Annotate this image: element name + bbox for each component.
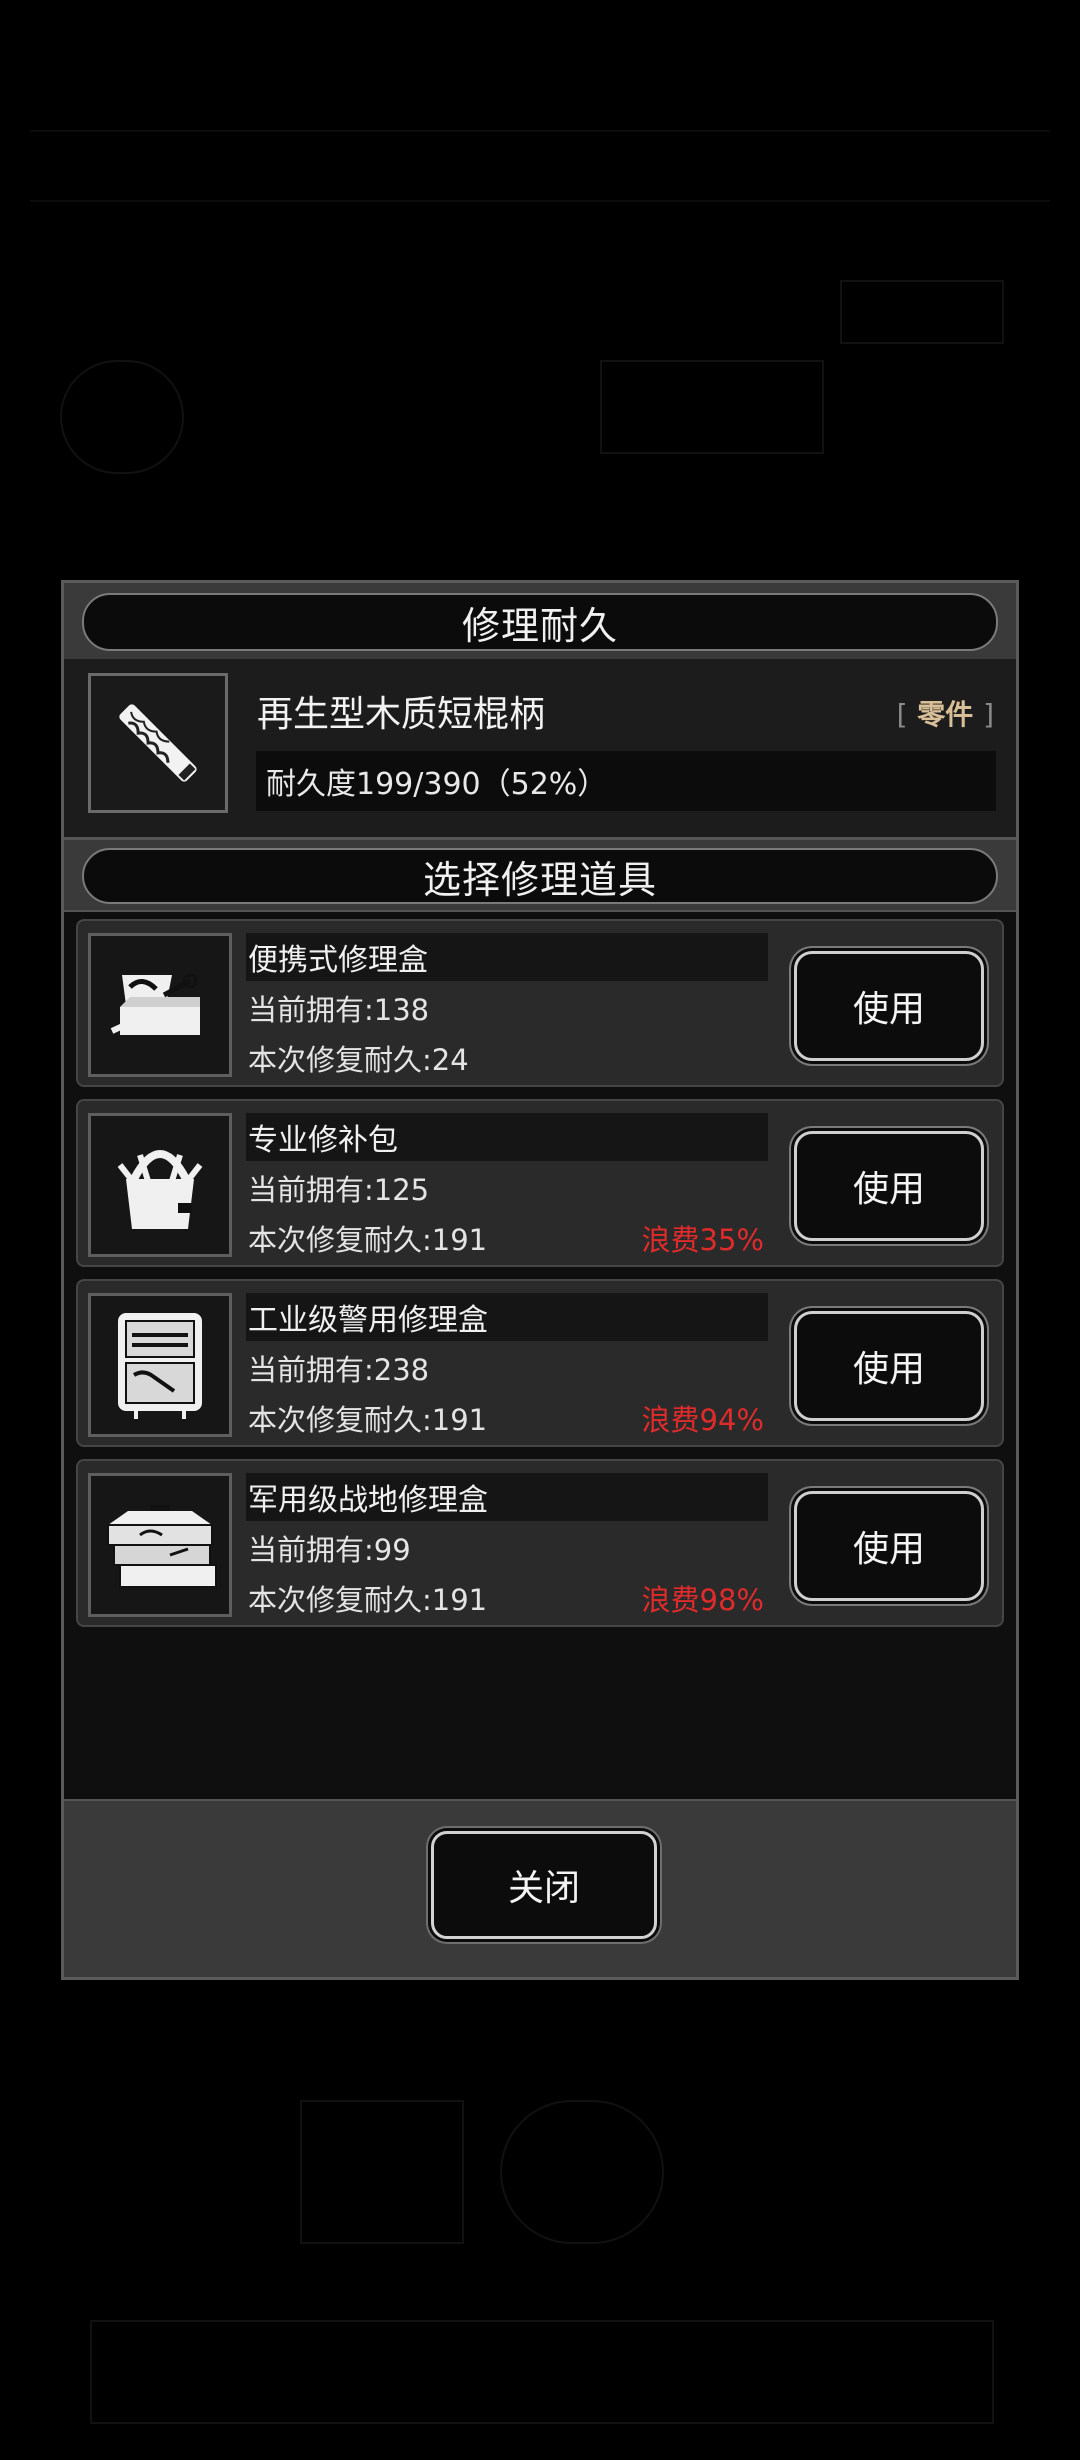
tool-owned-count: 当前拥有:138: [248, 993, 430, 1027]
dialog-footer: 关闭: [64, 1799, 1016, 1977]
tool-name: 便携式修理盒: [246, 933, 768, 981]
industrial-case-icon: [88, 1293, 232, 1437]
tool-owned-count: 当前拥有:99: [248, 1533, 411, 1567]
use-button[interactable]: 使用: [794, 1131, 984, 1241]
close-button[interactable]: 关闭: [431, 1831, 657, 1939]
use-button[interactable]: 使用: [794, 1311, 984, 1421]
wooden-handle-icon: [88, 673, 228, 813]
tool-waste-percent: 浪费35%: [641, 1223, 764, 1257]
repair-durability-dialog: 修理耐久 再生型木质短棍柄 [ 零件 ] 耐久度199/390（52%） 选择修…: [61, 580, 1019, 1980]
dialog-title: 修理耐久: [82, 593, 998, 651]
tool-waste-percent: 浪费94%: [641, 1403, 764, 1437]
item-info: 再生型木质短棍柄 [ 零件 ] 耐久度199/390（52%）: [64, 659, 1016, 840]
military-toolbox-icon: [88, 1473, 232, 1617]
use-button[interactable]: 使用: [794, 951, 984, 1061]
tool-row: 工业级警用修理盒 当前拥有:238 本次修复耐久:191 浪费94% 使用: [76, 1279, 1004, 1447]
tool-owned-count: 当前拥有:238: [248, 1353, 430, 1387]
tool-row: 便携式修理盒 当前拥有:138 本次修复耐久:24 使用: [76, 919, 1004, 1087]
tool-repair-amount: 本次修复耐久:191: [248, 1223, 488, 1257]
tool-row: 专业修补包 当前拥有:125 本次修复耐久:191 浪费35% 使用: [76, 1099, 1004, 1267]
portable-toolbox-icon: [88, 933, 232, 1077]
tool-repair-amount: 本次修复耐久:24: [248, 1043, 469, 1077]
repair-bag-icon: [88, 1113, 232, 1257]
durability-readout: 耐久度199/390（52%）: [256, 751, 996, 811]
dialog-header: 修理耐久: [64, 583, 1016, 661]
tool-repair-amount: 本次修复耐久:191: [248, 1403, 488, 1437]
tool-name: 专业修补包: [246, 1113, 768, 1161]
tool-name: 军用级战地修理盒: [246, 1473, 768, 1521]
tool-row: 军用级战地修理盒 当前拥有:99 本次修复耐久:191 浪费98% 使用: [76, 1459, 1004, 1627]
tools-title: 选择修理道具: [82, 848, 998, 904]
tool-repair-amount: 本次修复耐久:191: [248, 1583, 488, 1617]
tools-header: 选择修理道具: [64, 840, 1016, 912]
tool-waste-percent: 浪费98%: [641, 1583, 764, 1617]
tool-owned-count: 当前拥有:125: [248, 1173, 430, 1207]
tool-name: 工业级警用修理盒: [246, 1293, 768, 1341]
item-name: 再生型木质短棍柄: [257, 694, 546, 735]
item-category-tag: [ 零件 ]: [896, 698, 994, 731]
use-button[interactable]: 使用: [794, 1491, 984, 1601]
